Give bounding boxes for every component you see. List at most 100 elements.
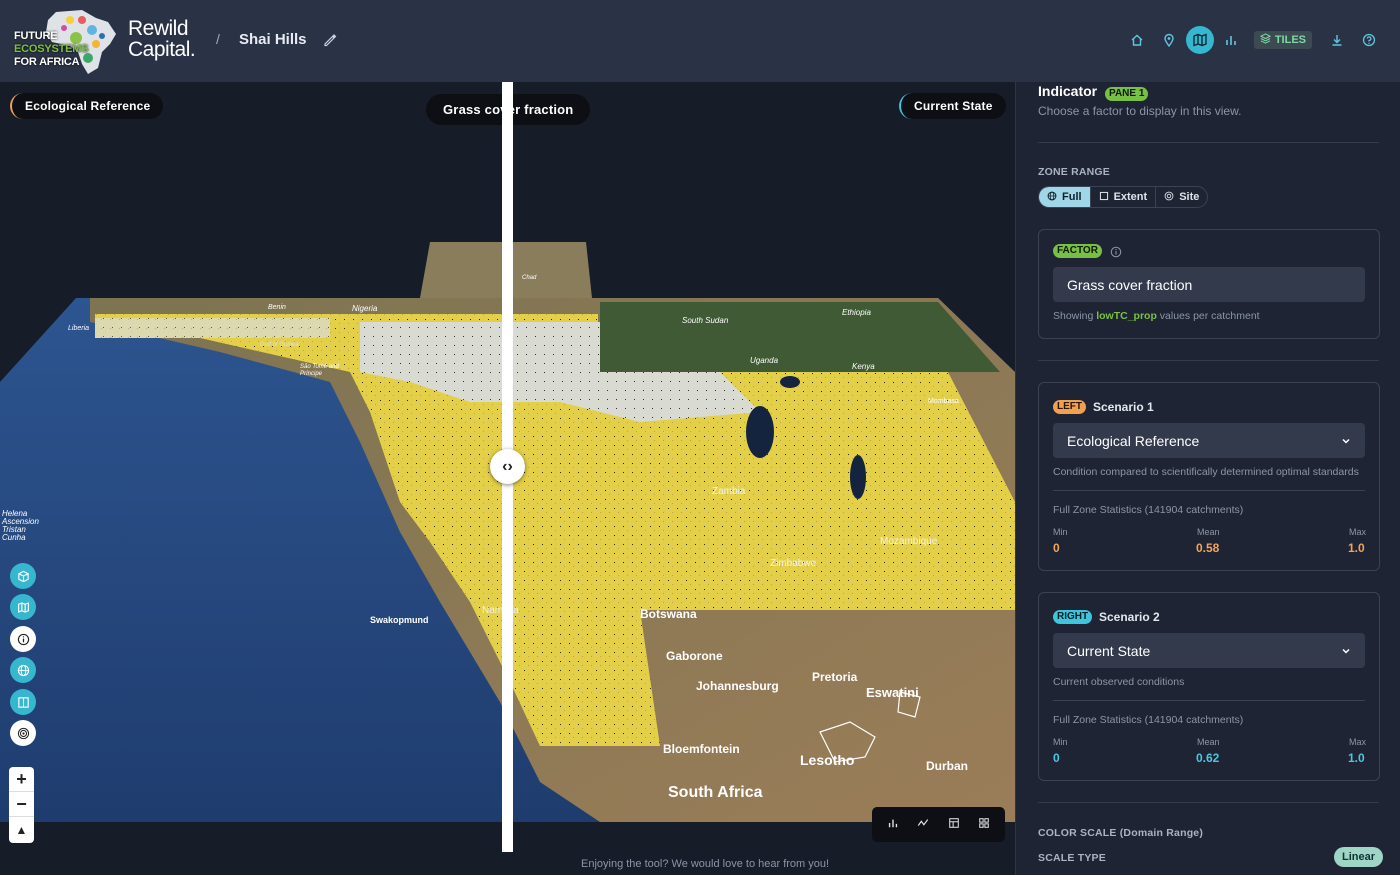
left-stats-title: Full Zone Statistics (141904 catchments) [1053, 504, 1244, 516]
indicator-heading: Indicator PANE 1 [1038, 83, 1149, 101]
zone-range-label: ZONE RANGE [1038, 166, 1111, 178]
download-icon[interactable] [1322, 26, 1352, 54]
future-ecosystems-logo[interactable]: FUTURE ECOSYSTEMS FOR AFRICA [12, 8, 124, 76]
info-icon[interactable] [10, 626, 36, 652]
top-nav: TILES [1120, 26, 1384, 54]
target-icon[interactable] [10, 720, 36, 746]
chevron-left-right-icon: ‹› [502, 457, 513, 475]
compass-icon[interactable]: ▲ [9, 817, 34, 842]
map-label-uganda: Uganda [750, 356, 779, 365]
map-label-lesotho: Lesotho [800, 752, 855, 768]
line-chart-icon[interactable] [917, 816, 929, 834]
left-mean-value: 0.58 [1196, 541, 1220, 555]
right-max-value: 1.0 [1348, 751, 1365, 765]
scale-type-button[interactable]: Linear [1334, 847, 1384, 867]
right-scenario-title: Scenario 2 [1099, 610, 1160, 624]
color-scale-label: COLOR SCALE (Domain Range) [1038, 827, 1204, 839]
left-badge: LEFT [1053, 400, 1086, 414]
right-stats-title: Full Zone Statistics (141904 catchments) [1053, 714, 1244, 726]
tiles-label: TILES [1274, 34, 1306, 46]
globe-icon[interactable] [10, 657, 36, 683]
right-scenario-select[interactable]: Current State [1053, 633, 1365, 668]
top-bar: FUTURE ECOSYSTEMS FOR AFRICA Rewild Capi… [0, 0, 1400, 82]
right-badge: RIGHT [1053, 610, 1093, 624]
map-label-zambia: Zambia [712, 486, 746, 497]
right-mean-value: 0.62 [1196, 751, 1220, 765]
help-icon[interactable] [1354, 26, 1384, 54]
map-label-sao-tome: São Tomé and Príncipe [300, 364, 339, 377]
zone-range-toggle: Full Extent Site [1038, 186, 1209, 208]
map-label-mozambique: Mozambique [880, 536, 938, 547]
map-icon[interactable] [1185, 26, 1214, 54]
project-name[interactable]: Shai Hills [239, 31, 307, 48]
zoom-in-button[interactable]: + [9, 767, 34, 792]
pin-icon[interactable] [1154, 26, 1184, 54]
grid-icon[interactable] [978, 816, 990, 834]
table-icon[interactable] [948, 816, 960, 834]
map-view-icon[interactable] [10, 594, 36, 620]
map-label-nigeria: Nigeria [352, 304, 378, 313]
map-label-chad: Chad [522, 275, 537, 281]
indicator-panel: Indicator PANE 1 Choose a factor to disp… [1015, 82, 1400, 875]
zoom-out-button[interactable]: − [9, 792, 34, 817]
pencil-icon[interactable] [323, 33, 337, 47]
divider [1038, 802, 1379, 803]
left-scenario-card: LEFT Scenario 1 Ecological Reference Con… [1038, 382, 1380, 571]
right-scenario-pill: Current State [899, 93, 1006, 119]
map-label-namibia: Namibia [482, 605, 519, 616]
bar-chart-icon[interactable] [887, 816, 899, 834]
globe-icon [1047, 191, 1057, 204]
left-scenario-title: Scenario 1 [1093, 400, 1154, 414]
zone-site-button[interactable]: Site [1156, 187, 1207, 207]
right-max-label: Max [1349, 737, 1367, 747]
right-scenario-card: RIGHT Scenario 2 Current State Current o… [1038, 592, 1380, 781]
chevron-down-icon [1341, 433, 1351, 449]
home-icon[interactable] [1122, 26, 1152, 54]
map-label-gaborone: Gaborone [666, 649, 723, 663]
chart-toolbar [872, 807, 1005, 842]
logo-text: FUTURE ECOSYSTEMS FOR AFRICA [14, 30, 89, 68]
map-label-kenya: Kenya [852, 362, 875, 371]
info-icon[interactable] [1110, 245, 1122, 263]
cube-icon[interactable] [10, 563, 36, 589]
map-label-pretoria: Pretoria [812, 670, 858, 684]
right-mean-label: Mean [1197, 737, 1220, 747]
divider [1038, 142, 1379, 143]
bar-chart-icon[interactable] [1216, 26, 1246, 54]
right-scenario-desc: Current observed conditions [1053, 676, 1185, 688]
left-scenario-select[interactable]: Ecological Reference [1053, 423, 1365, 458]
divider [1038, 360, 1379, 361]
divider [1053, 700, 1365, 701]
factor-select[interactable]: Grass cover fraction [1053, 267, 1365, 302]
breadcrumb-separator: / [216, 31, 220, 47]
left-mean-label: Mean [1197, 527, 1220, 537]
map-label-durban: Durban [926, 759, 968, 773]
zoom-controls: + − ▲ [9, 767, 34, 843]
zone-full-button[interactable]: Full [1039, 187, 1091, 207]
factor-badge: FACTOR [1053, 244, 1102, 258]
left-scenario-pill: Ecological Reference [10, 93, 164, 119]
scale-type-label: SCALE TYPE [1038, 852, 1106, 864]
swipe-handle[interactable]: ‹› [490, 449, 525, 484]
map-label-south-sudan: South Sudan [682, 316, 729, 325]
tiles-button[interactable]: TILES [1253, 31, 1312, 49]
map-label-eswatini: Eswatini [866, 685, 919, 700]
map-label-bloemfontein: Bloemfontein [663, 742, 740, 756]
zone-extent-button[interactable]: Extent [1091, 187, 1157, 207]
map-label-saint-helena: Helena Ascension Tristan Cunha [2, 509, 39, 542]
map-label-south-africa: South Africa [668, 784, 763, 801]
feedback-link[interactable]: Enjoying the tool? We would love to hear… [581, 858, 829, 870]
map-view[interactable]: Benin Nigeria Liberia Gulf of Guinea São… [0, 82, 1015, 875]
split-view-icon[interactable] [10, 689, 36, 715]
rewild-capital-brand[interactable]: Rewild Capital. [128, 18, 196, 60]
target-icon [1164, 191, 1174, 204]
left-scenario-desc: Condition compared to scientifically det… [1053, 466, 1359, 478]
left-max-value: 1.0 [1348, 541, 1365, 555]
factor-note: Showing lowTC_prop values per catchment [1053, 310, 1260, 322]
right-min-label: Min [1053, 737, 1068, 747]
divider [1053, 490, 1365, 491]
pane-badge: PANE 1 [1105, 87, 1149, 101]
square-icon [1099, 191, 1109, 204]
layers-icon [1259, 33, 1272, 47]
map-label-liberia: Liberia [68, 325, 90, 332]
